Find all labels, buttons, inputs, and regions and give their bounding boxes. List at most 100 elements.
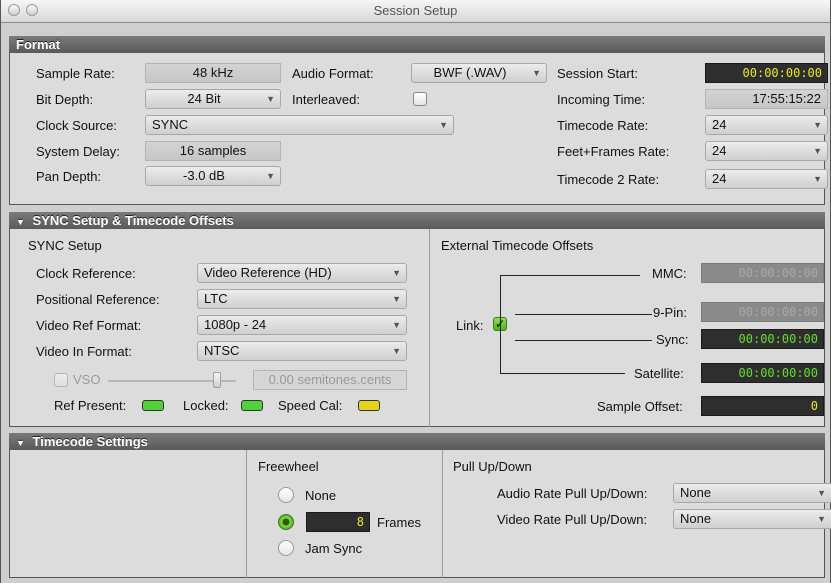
positional-reference-dropdown[interactable]: LTC ▼ (197, 289, 407, 309)
link-label: Link: (456, 318, 484, 333)
chevron-down-icon: ▼ (813, 174, 822, 184)
timecode-rate-dropdown[interactable]: 24 ▼ (705, 115, 828, 135)
freewheel-frames-radio[interactable] (278, 514, 294, 530)
vso-label: VSO (73, 372, 101, 387)
chevron-down-icon: ▼ (439, 120, 448, 130)
video-ref-format-value: 1080p - 24 (204, 317, 267, 332)
freewheel-none-radio[interactable] (278, 487, 294, 503)
audio-format-label: Audio Format: (292, 66, 374, 81)
vso-checkbox[interactable] (54, 373, 68, 387)
ninepin-label: 9-Pin: (653, 305, 687, 320)
disclosure-triangle-icon[interactable]: ▼ (16, 217, 25, 227)
sync-header-label: SYNC Setup & Timecode Offsets (32, 213, 234, 228)
mmc-timecode: 00:00:00:00 (701, 263, 824, 283)
audio-pull-dropdown[interactable]: None ▼ (673, 483, 831, 503)
incoming-time-label: Incoming Time: (557, 92, 646, 107)
bit-depth-dropdown[interactable]: 24 Bit ▼ (145, 89, 281, 109)
audio-format-dropdown[interactable]: BWF (.WAV) ▼ (411, 63, 547, 83)
clock-source-value: SYNC (152, 117, 189, 132)
satellite-timecode[interactable]: 00:00:00:00 (701, 363, 824, 383)
sample-rate-label: Sample Rate: (36, 66, 115, 81)
chevron-down-icon: ▼ (532, 68, 541, 78)
positional-reference-label: Positional Reference: (36, 292, 160, 307)
bit-depth-value: 24 Bit (187, 91, 221, 106)
freewheel-frames-field[interactable]: 8 (306, 512, 370, 532)
sync-offset-timecode[interactable]: 00:00:00:00 (701, 329, 824, 349)
chevron-down-icon: ▼ (817, 514, 826, 524)
jam-sync-label: Jam Sync (305, 541, 363, 556)
disclosure-triangle-icon[interactable]: ▼ (16, 438, 25, 448)
link-bracket-mmc (500, 275, 640, 276)
chevron-down-icon: ▼ (392, 320, 401, 330)
timecode-section-header[interactable]: ▼ Timecode Settings (9, 433, 825, 450)
freewheel-title: Freewheel (258, 459, 319, 474)
format-header-label: Format (16, 37, 61, 52)
sample-offset-field[interactable]: 0 (701, 396, 824, 416)
session-start-timecode[interactable]: 00:00:00:00 (705, 63, 828, 83)
sync-panel: SYNC Setup Clock Reference: Video Refere… (9, 229, 825, 427)
video-pull-dropdown[interactable]: None ▼ (673, 509, 831, 529)
chevron-down-icon: ▼ (817, 488, 826, 498)
freewheel-jam-sync-radio[interactable] (278, 540, 294, 556)
video-pull-label: Video Rate Pull Up/Down: (497, 512, 648, 527)
locked-label: Locked: (183, 398, 229, 413)
link-bracket-sync (515, 340, 652, 341)
audio-pull-value: None (680, 485, 712, 500)
chevron-down-icon: ▼ (392, 346, 401, 356)
clock-reference-dropdown[interactable]: Video Reference (HD) ▼ (197, 263, 407, 283)
chevron-down-icon: ▼ (813, 120, 822, 130)
session-start-label: Session Start: (557, 66, 638, 81)
audio-pull-label: Audio Rate Pull Up/Down: (497, 486, 648, 501)
link-bracket-vertical (500, 275, 501, 373)
video-pull-value: None (680, 511, 712, 526)
mmc-label: MMC: (652, 266, 687, 281)
minimize-window-button[interactable] (26, 4, 38, 16)
sync-section-header[interactable]: ▼ SYNC Setup & Timecode Offsets (9, 212, 825, 229)
clock-reference-label: Clock Reference: (36, 266, 136, 281)
ninepin-timecode: 00:00:00:00 (701, 302, 824, 322)
clock-reference-value: Video Reference (HD) (204, 265, 332, 280)
timecode2-rate-value: 24 (712, 171, 727, 186)
sync-divider (429, 229, 430, 427)
sample-offset-label: Sample Offset: (597, 399, 683, 414)
chevron-down-icon: ▼ (392, 268, 401, 278)
ref-present-led (142, 400, 164, 411)
timecode-rate-value: 24 (712, 117, 727, 132)
interleaved-label: Interleaved: (292, 92, 360, 107)
locked-led (241, 400, 263, 411)
clock-source-dropdown[interactable]: SYNC ▼ (145, 115, 454, 135)
chevron-down-icon: ▼ (266, 94, 275, 104)
video-in-format-label: Video In Format: (36, 344, 132, 359)
speed-cal-label: Speed Cal: (278, 398, 343, 413)
video-ref-format-dropdown[interactable]: 1080p - 24 ▼ (197, 315, 407, 335)
freewheel-none-label: None (305, 488, 337, 503)
feet-frames-rate-dropdown[interactable]: 24 ▼ (705, 141, 828, 161)
sample-rate-field: 48 kHz (145, 63, 281, 83)
timecode-divider-left (246, 450, 247, 578)
sync-offset-label: Sync: (656, 332, 689, 347)
positional-reference-value: LTC (204, 291, 228, 306)
pull-up-down-title: Pull Up/Down (453, 459, 532, 474)
timecode2-rate-dropdown[interactable]: 24 ▼ (705, 169, 828, 189)
bit-depth-label: Bit Depth: (36, 92, 94, 107)
satellite-label: Satellite: (634, 366, 684, 381)
close-window-button[interactable] (8, 4, 20, 16)
video-in-format-value: NTSC (204, 343, 240, 358)
clock-source-label: Clock Source: (36, 118, 117, 133)
chevron-down-icon: ▼ (266, 171, 275, 181)
timecode2-rate-label: Timecode 2 Rate: (557, 172, 660, 187)
video-in-format-dropdown[interactable]: NTSC ▼ (197, 341, 407, 361)
pan-depth-value: -3.0 dB (183, 168, 225, 183)
timecode-header-label: Timecode Settings (32, 434, 148, 449)
format-panel: Sample Rate: 48 kHz Bit Depth: 24 Bit ▼ … (9, 53, 828, 205)
link-bracket-ninepin (515, 314, 652, 315)
pan-depth-dropdown[interactable]: -3.0 dB ▼ (145, 166, 281, 186)
interleaved-checkbox[interactable] (413, 92, 427, 106)
vso-slider-thumb[interactable] (213, 372, 221, 388)
chevron-down-icon: ▼ (392, 294, 401, 304)
chevron-down-icon: ▼ (813, 146, 822, 156)
feet-frames-rate-value: 24 (712, 143, 727, 158)
window-title: Session Setup (373, 3, 458, 18)
session-setup-window: Session Setup Format Sample Rate: 48 kHz… (0, 0, 831, 583)
sync-setup-title: SYNC Setup (28, 238, 102, 253)
